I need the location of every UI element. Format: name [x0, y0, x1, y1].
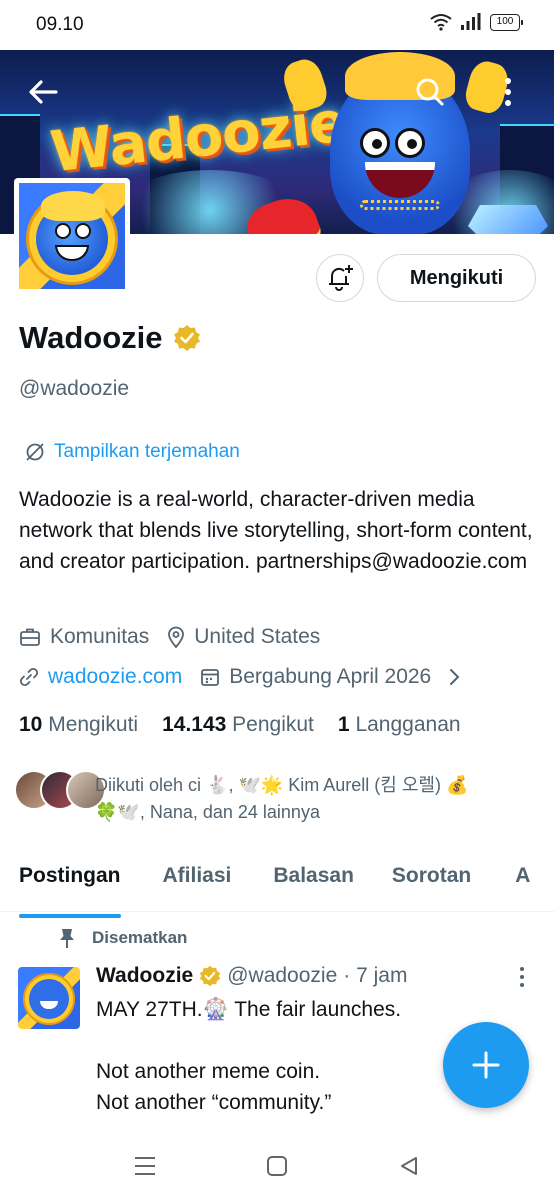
website-link[interactable]: wadoozie.com [48, 665, 182, 689]
link-icon [19, 667, 39, 687]
home-square-icon[interactable] [266, 1155, 288, 1177]
avatar-image [19, 183, 125, 289]
banner-mascot-chain [360, 200, 440, 210]
back-button[interactable] [21, 70, 65, 114]
profile-meta-row-1: Komunitas United States [19, 625, 338, 649]
avatar-hair [41, 191, 105, 221]
pinned-label: Disematkan [92, 928, 188, 947]
search-button[interactable] [408, 70, 452, 114]
translate-label: Tampilkan terjemahan [54, 441, 240, 462]
post-author-avatar[interactable] [18, 967, 80, 1029]
wifi-icon [430, 14, 452, 31]
category-label: Komunitas [50, 625, 150, 648]
subscriptions-label: Langganan [355, 713, 461, 736]
status-icons: 100 [430, 13, 523, 31]
post-author-handle[interactable]: @wadoozie [227, 964, 337, 988]
profile-name-row: Wadoozie [19, 320, 201, 356]
profile-avatar[interactable] [14, 178, 130, 294]
tab-postingan[interactable]: Postingan [19, 850, 121, 918]
tab-balasan[interactable]: Balasan [273, 850, 354, 911]
following-button[interactable]: Mengikuti [377, 254, 536, 302]
banner-gem [468, 205, 548, 234]
briefcase-icon [20, 628, 40, 646]
joined-item: Bergabung April 2026 [200, 665, 431, 689]
menu-icon[interactable] [133, 1155, 157, 1177]
profile-handle: @wadoozie [19, 377, 130, 400]
tab-next-partial[interactable]: A [515, 850, 530, 911]
banner-mascot-eye [395, 128, 425, 158]
pin-icon [60, 929, 74, 948]
banner-mascot-eye [360, 128, 390, 158]
post-header: Wadoozie @wadoozie · 7 jam [96, 964, 407, 988]
following-label: Mengikuti [48, 713, 139, 736]
pinned-indicator: Disematkan [58, 927, 187, 949]
status-bar: 09.10 100 [0, 0, 554, 50]
signal-icon [461, 13, 481, 30]
followed-by-avatars[interactable] [14, 770, 106, 810]
location-pin-icon [168, 626, 185, 648]
website-item[interactable]: wadoozie.com [19, 665, 182, 689]
location-item: United States [167, 625, 320, 649]
followed-by-line-2: 🍀🕊️, Nana, dan 24 lainnya [95, 802, 320, 822]
arrow-left-icon [29, 80, 58, 104]
avatar-eye [55, 223, 71, 239]
verified-badge-icon[interactable] [173, 324, 201, 352]
avatar-eye [75, 223, 91, 239]
tab-sorotan[interactable]: Sorotan [392, 850, 471, 911]
post-timestamp: · 7 jam [343, 964, 408, 987]
bell-plus-icon [329, 265, 353, 291]
followers-label: Pengikut [232, 713, 314, 736]
followers-stat[interactable]: 14.143 Pengikut [162, 713, 314, 737]
category-item: Komunitas [19, 625, 149, 649]
translate-link[interactable]: Tampilkan terjemahan [24, 441, 240, 463]
back-triangle-icon[interactable] [398, 1155, 420, 1177]
profile-stats: 10 Mengikuti 14.143 Pengikut 1 Langganan [19, 713, 485, 737]
followed-by-line-1: Diikuti oleh ci 🐇, 🕊️🌟 Kim Aurell (킴 오렐)… [95, 775, 469, 795]
post-more-button[interactable] [518, 966, 526, 993]
post-author-name[interactable]: Wadoozie [96, 964, 193, 988]
subscriptions-stat[interactable]: 1 Langganan [338, 713, 461, 737]
followed-by-text[interactable]: Diikuti oleh ci 🐇, 🕊️🌟 Kim Aurell (킴 오렐)… [95, 772, 535, 826]
following-count: 10 [19, 713, 43, 736]
more-vertical-icon [520, 967, 524, 987]
verified-badge-icon [200, 965, 221, 987]
profile-tabs: Postingan Afiliasi Balasan Sorotan A [0, 850, 554, 918]
profile-bio: Wadoozie is a real-world, character-driv… [19, 488, 533, 573]
search-icon [416, 78, 444, 106]
post-avatar-face [29, 979, 69, 1019]
compose-post-button[interactable] [443, 1022, 529, 1108]
system-nav-bar [0, 1135, 554, 1200]
profile-name: Wadoozie [19, 320, 163, 355]
post-text-line: MAY 27TH.🎡 The fair launches. [96, 998, 402, 1021]
profile-meta-row-2: wadoozie.com Bergabung April 2026 [19, 665, 461, 689]
following-stat[interactable]: 10 Mengikuti [19, 713, 138, 737]
calendar-icon [201, 669, 220, 686]
subscriptions-count: 1 [337, 713, 350, 736]
notification-bell-button[interactable] [316, 254, 364, 302]
followers-count: 14.143 [162, 713, 227, 736]
joined-label: Bergabung April 2026 [229, 665, 432, 688]
tab-afiliasi[interactable]: Afiliasi [163, 850, 232, 911]
chevron-right-icon[interactable] [449, 667, 461, 687]
location-label: United States [194, 625, 321, 648]
more-vertical-icon [505, 78, 511, 106]
battery-icon: 100 [490, 13, 523, 31]
status-time: 09.10 [36, 14, 84, 35]
more-options-button[interactable] [486, 70, 530, 114]
plus-icon [472, 1051, 500, 1079]
translate-icon [26, 443, 44, 461]
